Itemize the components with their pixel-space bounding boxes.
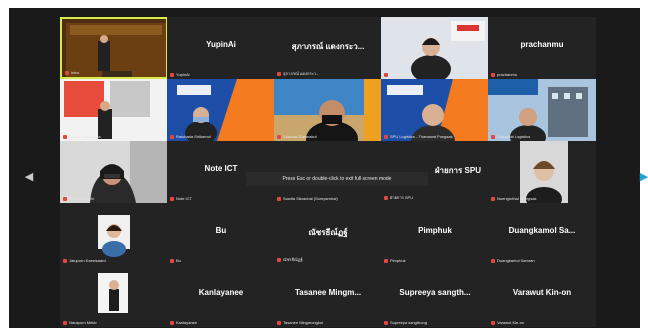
participant-tile[interactable]: Supachai Logistics — [488, 79, 596, 141]
mic-muted-icon — [384, 320, 388, 325]
participant-name-label: Duangkamol Samran — [491, 258, 535, 263]
participant-name-label: Somsak Ratanakul — [277, 134, 317, 139]
participant-name-label: Pimphuk — [384, 258, 406, 263]
participant-name: Pimphuk — [418, 226, 452, 235]
participant-video — [60, 141, 168, 203]
participant-tile[interactable]: YupinAi YupinAi — [167, 17, 275, 79]
participant-tile[interactable]: Tasanee Mingm... Tasanee Mingmongkol — [274, 265, 382, 327]
participant-name: Kanlayanee — [198, 288, 244, 297]
participant-name-label: Naraporn Mekin — [63, 320, 97, 325]
exit-fullscreen-hint: Press Esc or double-click to exit full s… — [246, 172, 428, 186]
mic-muted-icon — [491, 196, 495, 201]
mic-muted-icon — [170, 134, 174, 139]
participant-video — [60, 265, 168, 327]
participant-tile[interactable]: Intro — [60, 17, 168, 79]
participant-tile[interactable]: Kanlayanee Kanlayanee — [167, 265, 275, 327]
participant-name-label: Suwita Sikrachai (Somyarnhai) — [277, 196, 338, 201]
mic-muted-icon — [63, 196, 67, 201]
participant-tile[interactable]: Jatuporn Kaewsaard — [60, 203, 168, 265]
participant-name-label: Unhpanit Inthi — [63, 196, 94, 201]
mic-muted-icon — [384, 72, 388, 77]
participant-name: สุภาภรณ์ แดงกระว... — [291, 42, 365, 51]
chevron-left-icon[interactable]: ◀ — [23, 171, 35, 183]
gallery-view: Intro YupinAi YupinAi สุภาภรณ์ แดงกระว..… — [9, 8, 648, 328]
participant-tile[interactable]: Pimphuk Pimphuk — [381, 203, 489, 265]
mic-muted-icon — [277, 320, 281, 325]
mic-muted-icon — [384, 258, 388, 263]
mic-muted-icon — [65, 70, 69, 75]
mic-muted-icon — [63, 134, 67, 139]
participant-name: prachanmu — [520, 40, 564, 49]
participant-video — [167, 79, 275, 141]
participant-name-label: Varawut Kin-on — [491, 320, 524, 325]
participant-name: Supreeya sangth... — [399, 288, 471, 297]
participant-video — [274, 79, 382, 141]
mic-muted-icon — [491, 258, 495, 263]
participant-name-label: Tasanee Mingmongkol — [277, 320, 323, 325]
participant-tile[interactable]: Supreeya sangth... Supreeya sangthong — [381, 265, 489, 327]
participant-name: Bu — [215, 226, 227, 235]
participant-tile[interactable]: Nuengruthai Wongsak — [488, 141, 596, 203]
participant-name: Duangkamol Sa... — [508, 226, 576, 235]
participant-tile[interactable]: Somsak Ratanakul — [274, 79, 382, 141]
participant-tile[interactable]: Unhpanit Inthi — [60, 141, 168, 203]
participant-video — [381, 79, 489, 141]
participant-video — [381, 17, 489, 79]
participant-video — [488, 141, 596, 203]
participant-name-label: Bu — [170, 258, 181, 263]
mic-muted-icon — [384, 195, 388, 200]
participant-tile[interactable]: Bu Bu — [167, 203, 275, 265]
participant-name: Varawut Kin-on — [512, 288, 572, 297]
mic-muted-icon — [384, 134, 388, 139]
participant-name-label: ณัชรธีณ์ฏฐ์ — [277, 256, 303, 263]
participant-tile[interactable]: Naraporn Mekin — [60, 265, 168, 327]
participant-tile[interactable]: สุภาภรณ์ แดงกระว... สุภาภรณ์ แดงกระว... — [274, 17, 382, 79]
mic-muted-icon — [63, 258, 67, 263]
mic-muted-icon — [277, 196, 281, 201]
participant-name-label: Note ICT — [170, 196, 192, 201]
participant-tile[interactable]: SPU Logistics - Thanawat Pongsak — [381, 79, 489, 141]
participant-name: YupinAi — [206, 40, 236, 49]
mic-muted-icon — [491, 72, 495, 77]
mic-muted-icon — [277, 134, 281, 139]
mic-muted-icon — [63, 320, 67, 325]
participant-tile[interactable]: ณัชรธีณ์ฏฐ์ ณัชรธีณ์ฏฐ์ — [274, 203, 382, 265]
participant-tile[interactable]: Sirinan Pattanasa — [60, 79, 168, 141]
mic-muted-icon — [170, 72, 174, 77]
participant-name-label: YupinAi — [170, 72, 190, 77]
mic-muted-icon — [491, 320, 495, 325]
mic-muted-icon — [170, 196, 174, 201]
mic-muted-icon — [277, 257, 281, 262]
mic-muted-icon — [491, 134, 495, 139]
participant-name-label: Nuengruthai Wongsak — [491, 196, 537, 201]
participant-tile[interactable]: Varawut Kin-on Varawut Kin-on — [488, 265, 596, 327]
participant-name-label: prachanmu — [491, 72, 517, 77]
participant-name-label: Kanlayanee — [170, 320, 197, 325]
chevron-right-icon[interactable]: ▶ — [638, 171, 648, 183]
participant-tile[interactable]: Duangkamol Sa... Duangkamol Samran — [488, 203, 596, 265]
participant-name-label: Supachai Logistics — [491, 134, 530, 139]
participant-name-label: Supreeya sangthong — [384, 320, 427, 325]
participant-name: ณัชรธีณ์ฏฐ์ — [308, 228, 348, 237]
mic-muted-icon — [170, 258, 174, 263]
participant-name-label: Ratchada Sirikamol — [170, 134, 211, 139]
participant-video — [488, 79, 596, 141]
participant-name-label: Jatuporn Kaewsaard — [63, 258, 106, 263]
participant-name: Tasanee Mingm... — [294, 288, 362, 297]
participant-video — [60, 203, 168, 265]
participant-name-label: สุภาภรณ์ แดงกระว... — [277, 70, 319, 77]
participant-tile[interactable]: Ratchada Sirikamol — [167, 79, 275, 141]
participant-name-label: SPU Logistics - Thanawat Pongsak — [384, 134, 453, 139]
participant-tile[interactable]: Yupaporn... — [381, 17, 489, 79]
participant-name-label: Intro — [65, 70, 79, 75]
participant-name-label: Sirinan Pattanasa — [63, 134, 101, 139]
participant-tile[interactable]: prachanmu prachanmu — [488, 17, 596, 79]
participant-name-label: ฝ่ายการ SPU — [384, 194, 413, 201]
participant-video — [60, 79, 168, 141]
mic-muted-icon — [277, 71, 281, 76]
participant-name-label: Yupaporn... — [384, 72, 410, 77]
mic-muted-icon — [170, 320, 174, 325]
